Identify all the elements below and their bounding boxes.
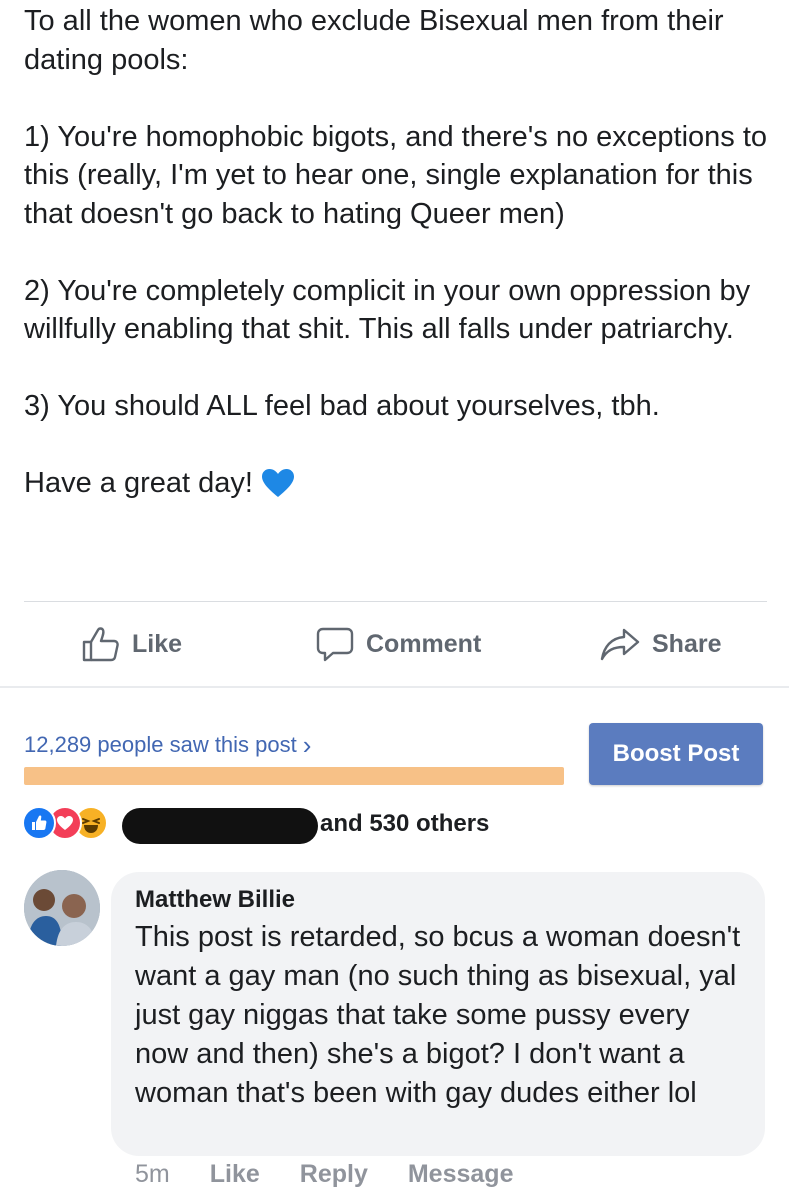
share-button[interactable]: Share [600,612,721,676]
post-paragraph: To all the women who exclude Bisexual me… [24,5,724,76]
like-reaction-icon [22,806,56,840]
comment-actions: 5m Like Reply Message [135,1160,553,1189]
comment-reply-link[interactable]: Reply [300,1160,368,1189]
like-button[interactable]: Like [82,612,182,676]
thumbs-up-icon [82,627,119,662]
comment-message-link[interactable]: Message [408,1160,514,1189]
boost-post-button[interactable]: Boost Post [589,723,763,785]
blue-heart-icon [261,469,294,498]
comment-text: This post is retarded, so bcus a woman d… [135,921,741,1109]
profile-photo [24,870,100,946]
reaction-count[interactable]: and 530 others [320,810,489,838]
post-action-bar: Like Comment Share [0,612,789,676]
comment-like-link[interactable]: Like [210,1160,260,1189]
share-icon [600,628,640,661]
comment-bubble: Matthew Billie This post is retarded, so… [111,872,765,1156]
section-divider [0,686,789,688]
post-paragraph: 1) You're homophobic bigots, and there's… [24,120,768,230]
post-paragraph: 3) You should ALL feel bad about yoursel… [24,390,660,422]
post-paragraph: 2) You're completely complicit in your o… [24,274,751,346]
like-label: Like [132,629,183,658]
divider [24,601,767,602]
reach-progress-bar [24,767,564,785]
reach-text: 12,289 people saw this post [24,732,297,757]
comment-button[interactable]: Comment [316,612,481,676]
share-label: Share [652,629,722,658]
post-body: To all the women who exclude Bisexual me… [24,2,769,503]
comment-timestamp: 5m [135,1160,170,1188]
avatar[interactable] [24,870,100,946]
comment-author[interactable]: Matthew Billie [135,886,741,914]
post-closing-line: Have a great day! [24,464,769,503]
post-reach-link[interactable]: 12,289 people saw this post › [24,732,311,758]
comment-icon [316,627,354,662]
comment-label: Comment [366,629,482,658]
redacted-names [122,808,318,844]
post-paragraph: Have a great day! [24,467,253,499]
reach-progress-fill [24,767,564,785]
chevron-right-icon: › [302,730,312,760]
